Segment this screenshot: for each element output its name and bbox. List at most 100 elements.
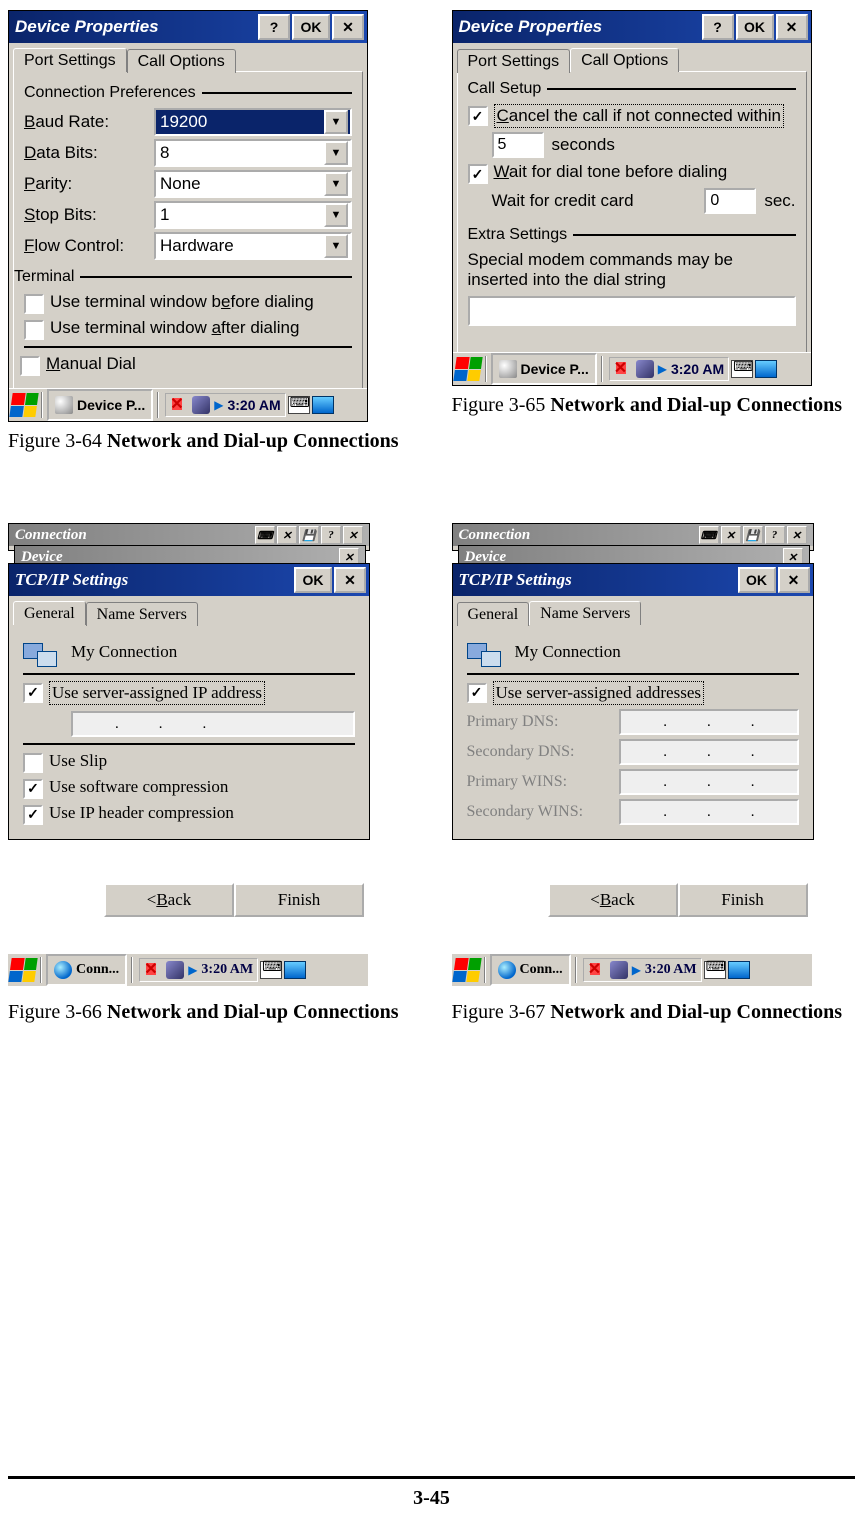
close-button[interactable]: ✕ — [776, 14, 808, 40]
help-button[interactable]: ? — [702, 14, 734, 40]
primary-wins-input[interactable]: ... — [619, 769, 798, 795]
desktop-icon[interactable] — [755, 360, 777, 378]
stop-bits-dropdown[interactable]: 1▼ — [154, 201, 352, 229]
figure-caption-64: Figure 3-64 Network and Dial-up Connecti… — [8, 430, 412, 453]
close-button[interactable]: ✕ — [778, 567, 810, 593]
bg-connection-title: Connection — [459, 527, 531, 544]
back-button[interactable]: < Back — [548, 883, 678, 917]
parity-dropdown[interactable]: None▼ — [154, 170, 352, 198]
figure-caption-66: Figure 3-66 Network and Dial-up Connecti… — [8, 1001, 412, 1024]
help-button[interactable]: ? — [258, 14, 290, 40]
tab-call-options[interactable]: Call Options — [127, 49, 236, 73]
start-icon[interactable] — [9, 393, 38, 417]
x-mini-icon[interactable]: ✕ — [343, 526, 363, 544]
chevron-down-icon[interactable]: ▼ — [324, 110, 348, 134]
error-flag-icon[interactable] — [614, 360, 632, 378]
back-button[interactable]: < Back — [104, 883, 234, 917]
volume-icon[interactable] — [610, 961, 628, 979]
keyboard-mini-icon[interactable]: ⌨ — [255, 526, 275, 544]
cancel-call-checkbox[interactable]: ✓ — [468, 106, 488, 126]
flow-control-dropdown[interactable]: Hardware▼ — [154, 232, 352, 260]
expand-tray-icon[interactable]: ▶ — [632, 963, 641, 978]
desktop-icon[interactable] — [312, 396, 334, 414]
data-bits-dropdown[interactable]: 8▼ — [154, 139, 352, 167]
device-properties-window-port: Device Properties ? OK ✕ Port Settings C… — [8, 10, 368, 422]
tab-call-options[interactable]: Call Options — [570, 48, 679, 72]
start-icon[interactable] — [453, 357, 482, 381]
credit-seconds-input[interactable]: 0 — [704, 188, 756, 214]
expand-tray-icon[interactable]: ▶ — [658, 362, 667, 376]
finish-button[interactable]: Finish — [678, 883, 808, 917]
system-tray: ▶ 3:20 AM — [139, 958, 258, 982]
task-connection[interactable]: Conn... — [46, 954, 127, 986]
clock: 3:20 AM — [227, 397, 280, 413]
ip-address-input[interactable]: ... — [71, 711, 355, 737]
desktop-icon[interactable] — [284, 961, 306, 979]
error-flag-icon[interactable] — [588, 961, 606, 979]
connection-name: My Connection — [515, 642, 621, 662]
tab-name-servers[interactable]: Name Servers — [86, 602, 198, 626]
volume-icon[interactable] — [166, 961, 184, 979]
keyboard-mini-icon[interactable]: ⌨ — [699, 526, 719, 544]
page-number: 3-45 — [8, 1476, 855, 1510]
expand-tray-icon[interactable]: ▶ — [214, 398, 223, 412]
tab-port-settings[interactable]: Port Settings — [457, 49, 571, 73]
tab-general[interactable]: General — [457, 602, 530, 626]
server-ip-checkbox[interactable]: ✓ — [23, 683, 43, 703]
terminal-after-checkbox[interactable] — [24, 320, 44, 340]
desktop-icon[interactable] — [728, 961, 750, 979]
baud-rate-dropdown[interactable]: 19200▼ — [154, 108, 352, 136]
tab-general[interactable]: General — [13, 601, 86, 625]
save-mini-icon[interactable]: 💾 — [743, 526, 763, 544]
tab-name-servers[interactable]: Name Servers — [529, 601, 641, 625]
tcpip-settings-window-general: TCP/IP Settings OK ✕ General Name Server… — [8, 563, 370, 840]
ok-button[interactable]: OK — [736, 14, 774, 40]
start-icon[interactable] — [452, 958, 481, 982]
wait-dial-tone-checkbox[interactable]: ✓ — [468, 164, 488, 184]
help-mini-icon[interactable]: ? — [321, 526, 341, 544]
task-connection[interactable]: Conn... — [490, 954, 571, 986]
error-flag-icon[interactable] — [144, 961, 162, 979]
manual-dial-checkbox[interactable] — [20, 356, 40, 376]
secondary-wins-input[interactable]: ... — [619, 799, 798, 825]
save-mini-icon[interactable]: 💾 — [299, 526, 319, 544]
chevron-down-icon[interactable]: ▼ — [324, 141, 348, 165]
ok-button[interactable]: OK — [738, 567, 776, 593]
error-flag-icon[interactable] — [170, 396, 188, 414]
use-slip-checkbox[interactable] — [23, 753, 43, 773]
task-device-properties[interactable]: Device P... — [47, 389, 153, 421]
finish-button[interactable]: Finish — [234, 883, 364, 917]
chevron-down-icon[interactable]: ▼ — [324, 172, 348, 196]
help-mini-icon[interactable]: ? — [765, 526, 785, 544]
tab-port-settings[interactable]: Port Settings — [13, 48, 127, 72]
terminal-before-checkbox[interactable] — [24, 294, 44, 314]
sw-compression-checkbox[interactable]: ✓ — [23, 779, 43, 799]
keyboard-icon[interactable] — [288, 396, 310, 414]
keyboard-icon[interactable] — [731, 360, 753, 378]
secondary-dns-input[interactable]: ... — [619, 739, 798, 765]
modem-commands-input[interactable] — [468, 296, 796, 326]
server-addresses-checkbox[interactable]: ✓ — [467, 683, 487, 703]
cancel-seconds-input[interactable]: 5 — [492, 132, 544, 158]
keyboard-icon[interactable] — [260, 961, 282, 979]
volume-icon[interactable] — [192, 396, 210, 414]
window-title: Device Properties — [15, 17, 256, 37]
keyboard-icon[interactable] — [704, 961, 726, 979]
ip-header-compression-checkbox[interactable]: ✓ — [23, 805, 43, 825]
primary-dns-input[interactable]: ... — [619, 709, 798, 735]
globe-icon — [498, 961, 516, 979]
task-device-properties[interactable]: Device P... — [491, 353, 597, 385]
ok-button[interactable]: OK — [292, 14, 330, 40]
volume-icon[interactable] — [636, 360, 654, 378]
chevron-down-icon[interactable]: ▼ — [324, 234, 348, 258]
expand-tray-icon[interactable]: ▶ — [188, 963, 197, 978]
x-mini-icon[interactable]: ✕ — [787, 526, 807, 544]
start-icon[interactable] — [8, 958, 37, 982]
close-mini-icon[interactable]: ✕ — [277, 526, 297, 544]
ok-button[interactable]: OK — [294, 567, 332, 593]
close-button[interactable]: ✕ — [334, 567, 366, 593]
close-mini-icon[interactable]: ✕ — [721, 526, 741, 544]
close-button[interactable]: ✕ — [332, 14, 364, 40]
chevron-down-icon[interactable]: ▼ — [324, 203, 348, 227]
group-extra-settings: Extra Settings — [468, 226, 568, 244]
